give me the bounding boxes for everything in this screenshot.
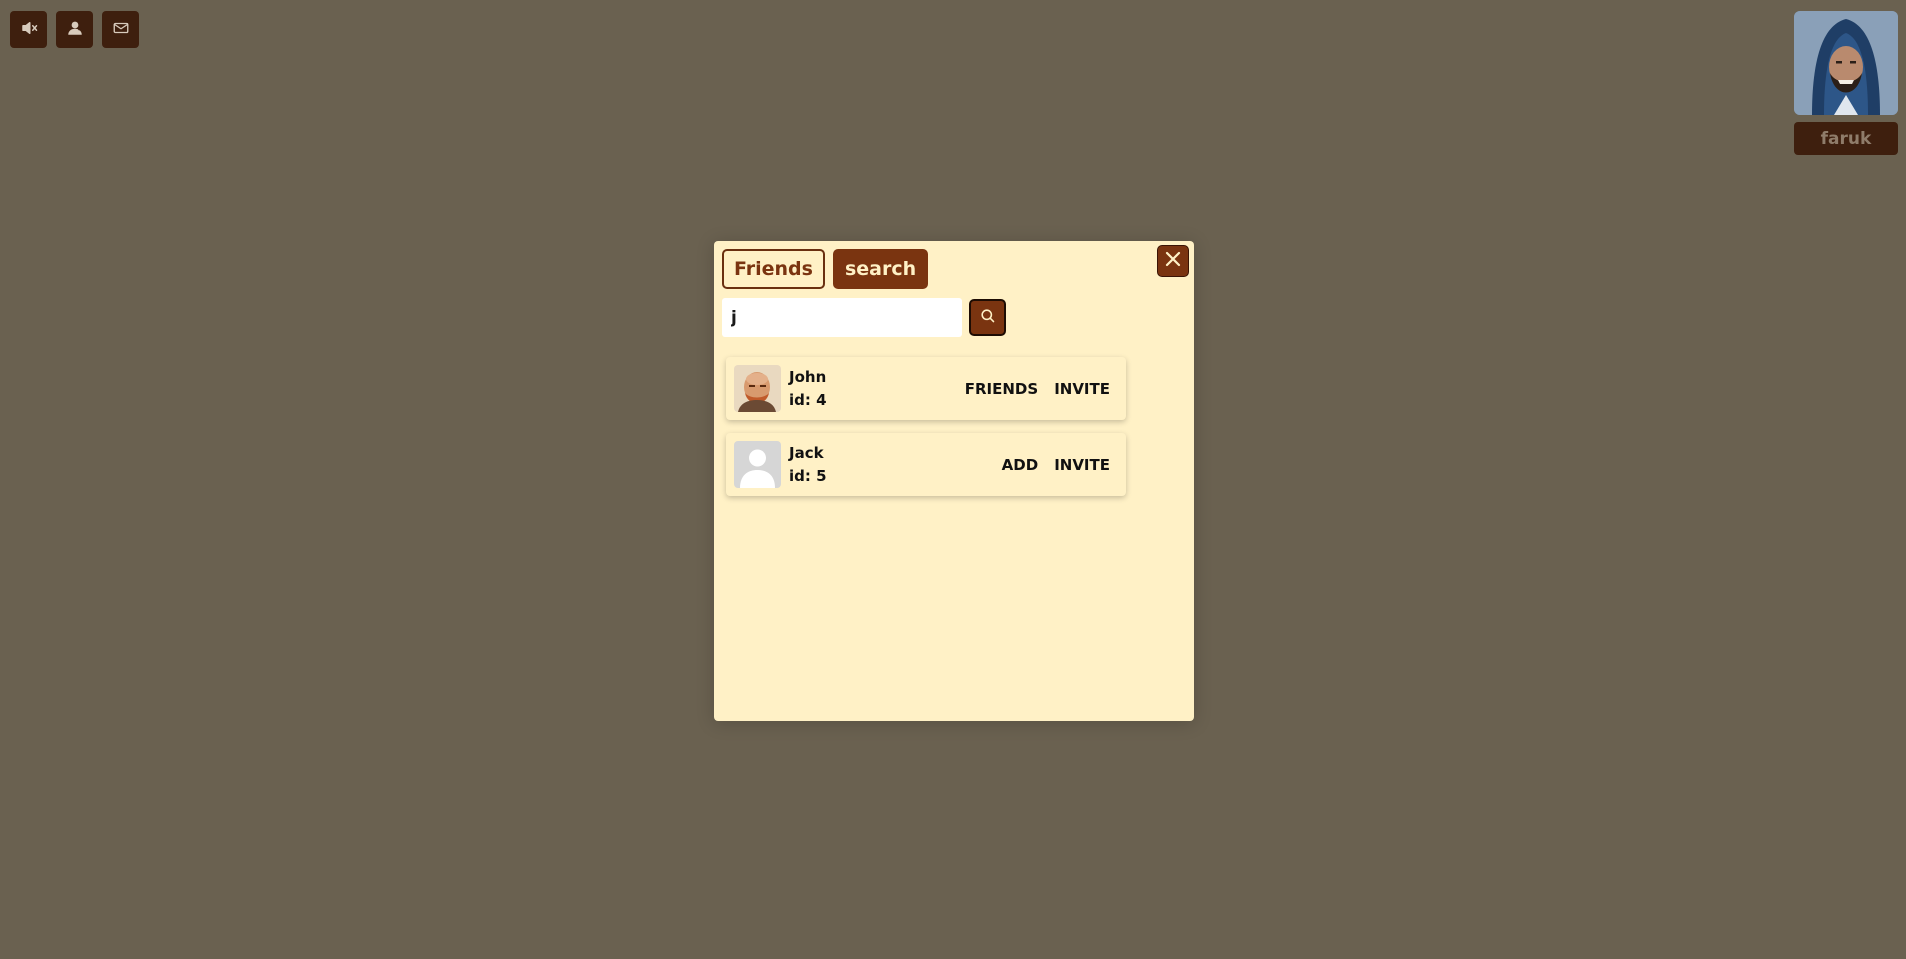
invite-button[interactable]: INVITE [1054, 456, 1110, 474]
list-item: John id: 4 FRIENDS INVITE [726, 357, 1126, 420]
default-avatar [734, 441, 781, 488]
search-input[interactable] [722, 298, 962, 337]
result-info: Jack id: 5 [789, 444, 827, 486]
result-name: John [789, 367, 827, 386]
mail-button[interactable] [102, 11, 139, 48]
friends-status-button[interactable]: FRIENDS [965, 380, 1038, 398]
invite-button[interactable]: INVITE [1054, 380, 1110, 398]
user-profile: faruk [1794, 11, 1898, 155]
top-toolbar [10, 11, 139, 48]
result-actions: FRIENDS INVITE [965, 380, 1118, 398]
mute-icon [20, 19, 38, 41]
friends-icon [66, 19, 84, 41]
modal-tabs: Friends search [722, 249, 929, 289]
friends-button[interactable] [56, 11, 93, 48]
result-id: id: 5 [789, 466, 827, 485]
profile-name[interactable]: faruk [1794, 122, 1898, 155]
profile-avatar[interactable] [1794, 11, 1898, 115]
tab-search[interactable]: search [832, 249, 929, 289]
list-item: Jack id: 5 ADD INVITE [726, 433, 1126, 496]
close-icon [1165, 251, 1181, 271]
search-icon [979, 307, 996, 328]
mute-button[interactable] [10, 11, 47, 48]
close-button[interactable] [1157, 245, 1189, 277]
result-name: Jack [789, 443, 824, 462]
search-button[interactable] [969, 299, 1006, 336]
tab-friends[interactable]: Friends [722, 249, 825, 289]
result-info: John id: 4 [789, 368, 827, 410]
search-results: John id: 4 FRIENDS INVITE Jack id: 5 ADD… [726, 357, 1126, 509]
friends-modal: Friends search j John id: 4 FRIENDS INVI… [714, 241, 1194, 721]
result-actions: ADD INVITE [1002, 456, 1118, 474]
result-id: id: 4 [789, 390, 827, 409]
john-avatar [734, 365, 781, 412]
add-friend-button[interactable]: ADD [1002, 456, 1039, 474]
mail-icon [112, 19, 130, 41]
